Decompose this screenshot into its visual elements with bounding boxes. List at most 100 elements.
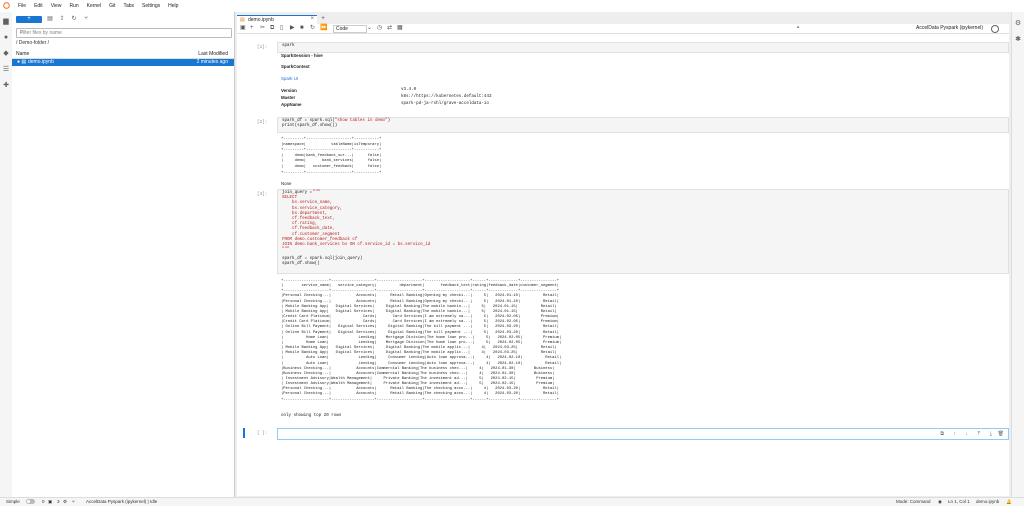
run-icon[interactable]: ▶ bbox=[290, 25, 295, 32]
insert-below-icon[interactable]: ⤓ bbox=[990, 431, 992, 437]
notebook-mode: Mode: Command bbox=[896, 499, 931, 504]
upload-icon[interactable]: ⇪ bbox=[58, 16, 66, 23]
notebook-panel: [1]: spark SparkSession - hive SparkCont… bbox=[237, 34, 1009, 496]
join-query-output: +--------------------+------------------… bbox=[281, 279, 562, 402]
main-dock-area: ▤ demo.ipynb × + ▣ + ✂ ⧉ ▯ ▶ ■ ↻ ⏩ Code … bbox=[235, 12, 1011, 497]
notebook-file-icon: ● ▤ bbox=[17, 59, 27, 65]
tab-bar: ▤ demo.ipynb × + bbox=[235, 12, 1011, 25]
column-name-header[interactable]: Name bbox=[16, 51, 29, 57]
move-down-icon[interactable]: ↓ bbox=[966, 431, 969, 437]
cursor-position[interactable]: Ln 1, Col 1 bbox=[948, 499, 970, 505]
version-key: Version bbox=[281, 88, 297, 93]
file-list-header: Name Last Modified bbox=[12, 50, 234, 59]
refresh-icon[interactable]: ↻ bbox=[70, 16, 78, 23]
file-row-selected[interactable]: ● ▤ demo.ipynb 2 minutes ago bbox=[12, 59, 234, 66]
clock-icon[interactable]: ◷ bbox=[377, 25, 382, 32]
lock-icon[interactable]: ▪ bbox=[797, 25, 799, 32]
extensions-icon[interactable]: ✚ bbox=[2, 82, 10, 90]
breadcrumb[interactable]: / Demo-folder / bbox=[16, 40, 49, 46]
menu-item-view[interactable]: View bbox=[47, 2, 66, 10]
menu-item-tabs[interactable]: Tabs bbox=[119, 2, 138, 10]
notebook-icon: ▤ bbox=[240, 17, 245, 23]
new-folder-icon[interactable]: ▤ bbox=[46, 16, 54, 23]
terminals-count[interactable]: 0 bbox=[42, 499, 45, 505]
tab-label: demo.ipynb bbox=[248, 17, 274, 23]
duplicate-cell-icon[interactable]: ⧉ bbox=[940, 431, 944, 437]
none-output: None bbox=[281, 181, 292, 186]
menu-item-file[interactable]: File bbox=[14, 2, 30, 10]
add-tab-icon[interactable]: + bbox=[321, 15, 325, 22]
delete-cell-icon[interactable]: 🗑 bbox=[998, 431, 1004, 437]
cell-3-input[interactable]: join_query = """ SELECT bs.service_name,… bbox=[277, 189, 1009, 274]
cell-1-code: spark bbox=[282, 44, 295, 48]
save-icon[interactable]: ▣ bbox=[240, 25, 246, 32]
folder-icon[interactable]: ▆ bbox=[2, 18, 10, 26]
menu-item-settings[interactable]: Settings bbox=[138, 2, 164, 10]
close-icon[interactable]: × bbox=[310, 16, 314, 22]
restart-icon[interactable]: ↻ bbox=[310, 25, 315, 32]
code-fragment: ) bbox=[387, 119, 391, 123]
cut-icon[interactable]: ✂ bbox=[260, 25, 265, 32]
file-filter-input[interactable]: Filter files by name ⌕ bbox=[16, 28, 232, 38]
menu-item-git[interactable]: Git bbox=[105, 2, 119, 10]
git-diff-icon[interactable]: ⇄ bbox=[387, 25, 392, 32]
chevron-down-icon[interactable]: ⌄ bbox=[367, 25, 372, 32]
terminal-icon: ▣ bbox=[48, 499, 53, 504]
menu-items: File Edit View Run Kernel Git Tabs Settings Help bbox=[14, 2, 182, 10]
appname-value: spark-pd-ja-rshl/grave-acceldata-io bbox=[401, 102, 489, 106]
cell-1-prompt: [1]: bbox=[257, 45, 268, 50]
debugger-icon[interactable]: ✱ bbox=[1014, 36, 1022, 44]
file-browser-panel: + ▤ ⇪ ↻ ⑂ Filter files by name ⌕ / Demo-… bbox=[12, 12, 235, 497]
output-footer: only showing top 20 rows bbox=[281, 414, 342, 418]
calendar-icon[interactable]: ▦ bbox=[397, 25, 403, 32]
active-cell-indicator bbox=[243, 428, 245, 438]
search-icon: ⌕ bbox=[20, 29, 24, 35]
cell-2-input[interactable]: spark_df = spark.sql("show tables in dem… bbox=[277, 117, 1009, 133]
kernel-name[interactable]: AccelData Pyspark (ipykernel) bbox=[916, 25, 983, 32]
cell-type-select[interactable]: Code bbox=[333, 25, 367, 33]
copy-icon[interactable]: ⧉ bbox=[270, 25, 274, 32]
restart-run-all-icon[interactable]: ⏩ bbox=[320, 25, 327, 32]
master-key: Master bbox=[281, 95, 296, 100]
insert-cell-icon[interactable]: + bbox=[250, 25, 254, 32]
appname-key: AppName bbox=[281, 102, 302, 107]
simple-mode-label: Simple bbox=[6, 499, 20, 504]
cell-3-code-tail: spark_df = spark.sql(join_query) spark_d… bbox=[282, 257, 363, 267]
cell-2-prompt: [2]: bbox=[257, 120, 268, 125]
file-modified: 2 minutes ago bbox=[196, 59, 228, 65]
kernel-icon: ⚙ bbox=[63, 499, 68, 504]
git-icon[interactable]: ◆ bbox=[2, 50, 10, 58]
property-inspector-icon[interactable]: ⚙ bbox=[1014, 20, 1022, 28]
menu-item-run[interactable]: Run bbox=[65, 2, 82, 10]
cell-2-code-line2: print(spark_df.show()) bbox=[282, 124, 338, 128]
running-kernels-icon[interactable]: ● bbox=[2, 34, 10, 42]
cell-1-input[interactable]: spark bbox=[277, 42, 1009, 53]
move-up-icon[interactable]: ↑ bbox=[954, 431, 957, 437]
code-fragment: spark_df = spark.sql( bbox=[282, 119, 335, 123]
menu-item-kernel[interactable]: Kernel bbox=[83, 2, 105, 10]
spark-session-title: SparkSession - hive bbox=[281, 53, 323, 58]
status-filename: demo.ipynb bbox=[976, 499, 1000, 504]
version-value: v3.4.0 bbox=[401, 88, 417, 92]
cell-4-input[interactable]: ⧉ ↑ ↓ ⤒ ⤓ 🗑 bbox=[277, 428, 1009, 440]
stop-icon[interactable]: ■ bbox=[300, 25, 304, 32]
shield-icon: ◉ bbox=[938, 499, 942, 504]
simple-mode-toggle[interactable] bbox=[26, 499, 35, 504]
bell-icon[interactable]: 🔔 bbox=[1006, 499, 1012, 505]
table-of-contents-icon[interactable]: ☰ bbox=[2, 66, 10, 74]
master-value: k8s://https://kubernetes.default:443 bbox=[401, 95, 492, 99]
menu-item-help[interactable]: Help bbox=[164, 2, 182, 10]
git-clone-icon[interactable]: ⑂ bbox=[82, 16, 90, 23]
right-sidebar-rail: ⚙ ✱ bbox=[1011, 12, 1024, 497]
kernel-status-text[interactable]: AccelData Pyspark (ipykernel) | Idle bbox=[86, 499, 157, 505]
new-launcher-button[interactable]: + bbox=[16, 16, 42, 23]
column-modified-header[interactable]: Last Modified bbox=[198, 51, 228, 57]
show-tables-output: +---------+--------------------+--------… bbox=[281, 137, 382, 175]
kernels-count[interactable]: 3 bbox=[57, 499, 60, 505]
spark-ui-link[interactable]: Spark UI bbox=[281, 76, 298, 81]
menu-item-edit[interactable]: Edit bbox=[30, 2, 47, 10]
insert-above-icon[interactable]: ⤒ bbox=[978, 431, 980, 437]
paste-icon[interactable]: ▯ bbox=[280, 25, 283, 32]
cell-3-sql: SELECT bs.service_name, bs.service_categ… bbox=[282, 196, 431, 253]
spark-context-title: SparkContext bbox=[281, 64, 310, 69]
